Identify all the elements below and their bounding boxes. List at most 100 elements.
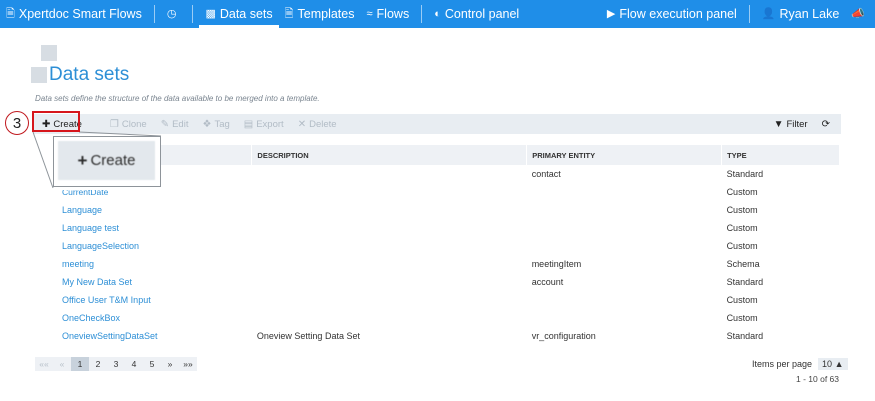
nav-data-sets[interactable]: ▩ Data sets bbox=[199, 0, 279, 28]
nav-templates-label: Templates bbox=[297, 7, 355, 21]
row-description: Oneview Setting Data Set bbox=[256, 331, 360, 341]
row-type: Custom bbox=[726, 313, 758, 323]
filter-label: Filter bbox=[786, 118, 808, 130]
nav-right-group: ▶ Flow execution panel 👤 Ryan Lake 📣 bbox=[601, 0, 875, 28]
delete-label: Delete bbox=[309, 118, 337, 130]
row-primary-entity bbox=[527, 219, 722, 237]
row-name[interactable]: LanguageSelection bbox=[57, 237, 252, 255]
row-name[interactable]: OneCheckBox bbox=[57, 309, 252, 327]
row-name[interactable]: Language bbox=[57, 201, 252, 219]
page-button-2[interactable]: 2 bbox=[89, 357, 107, 371]
page-description: Data sets define the structure of the da… bbox=[35, 94, 320, 103]
brand-link[interactable]: 🗎 Xpertdoc Smart Flows bbox=[0, 0, 148, 28]
document-icon: 🗎 bbox=[6, 7, 15, 20]
export-label: Export bbox=[256, 118, 284, 130]
row-type: Custom bbox=[726, 223, 758, 233]
nav-data-sets-label: Data sets bbox=[219, 7, 273, 21]
nav-flows[interactable]: ≈ Flows bbox=[361, 0, 416, 28]
zoom-create-label: Create bbox=[90, 152, 136, 169]
row-primary-entity bbox=[527, 291, 722, 309]
next-page-button[interactable]: » bbox=[161, 357, 179, 371]
table-row[interactable]: Office User T&M Input Custom bbox=[57, 291, 840, 309]
edit-button[interactable]: ✎ Edit bbox=[154, 119, 196, 130]
page-button-5[interactable]: 5 bbox=[143, 357, 161, 371]
table-header-row: DESCRIPTION PRIMARY ENTITY TYPE bbox=[57, 145, 840, 165]
row-description bbox=[252, 273, 527, 291]
page-logo-square bbox=[31, 67, 47, 83]
row-description bbox=[252, 165, 527, 183]
table-row[interactable]: Language test Custom bbox=[57, 219, 840, 237]
export-icon: ▤ bbox=[243, 118, 254, 130]
step-number-badge: 3 bbox=[5, 111, 29, 135]
table-header: DESCRIPTION PRIMARY ENTITY TYPE bbox=[57, 145, 840, 165]
filter-button[interactable]: ▼ Filter bbox=[767, 119, 815, 130]
flows-icon: ≈ bbox=[366, 7, 373, 20]
items-per-page-label: Items per page bbox=[752, 359, 813, 369]
row-type: Custom bbox=[726, 205, 758, 215]
items-per-page-select[interactable]: 10 ▲ bbox=[818, 358, 848, 370]
zoom-callout: + Create bbox=[53, 136, 161, 187]
control-panel-icon: ◐ bbox=[434, 7, 441, 20]
row-name[interactable]: Language test bbox=[57, 219, 252, 237]
row-description bbox=[252, 309, 527, 327]
data-sets-table: DESCRIPTION PRIMARY ENTITY TYPE contact S… bbox=[57, 145, 840, 345]
nav-templates[interactable]: 🗎 Templates bbox=[279, 0, 361, 28]
column-header-description[interactable]: DESCRIPTION bbox=[251, 145, 528, 165]
clone-button[interactable]: ❐ Clone bbox=[103, 119, 154, 130]
flow-execution-link[interactable]: ▶ Flow execution panel bbox=[601, 0, 743, 28]
user-menu[interactable]: 👤 Ryan Lake bbox=[756, 0, 845, 28]
row-primary-entity bbox=[527, 309, 722, 327]
column-header-type[interactable]: TYPE bbox=[721, 145, 840, 165]
table-row[interactable]: CurrentDateCustom bbox=[57, 183, 840, 201]
top-navigation-bar: 🗎 Xpertdoc Smart Flows ◷ ▩ Data sets 🗎 T… bbox=[0, 0, 875, 28]
table-row[interactable]: contact Standard bbox=[57, 165, 840, 183]
nav-divider bbox=[192, 5, 194, 23]
templates-icon: 🗎 bbox=[284, 7, 294, 20]
table-row[interactable]: LanguageSelection Custom bbox=[57, 237, 840, 255]
export-button[interactable]: ▤ Export bbox=[237, 119, 291, 130]
toolbar: ✚ Create ❐ Clone ✎ Edit ❖ Tag ▤ Export ✕… bbox=[33, 114, 841, 134]
refresh-icon: ⟳ bbox=[821, 118, 830, 130]
row-primary-entity bbox=[527, 183, 722, 201]
prev-page-button[interactable]: « bbox=[53, 357, 71, 371]
nav-divider bbox=[421, 5, 423, 23]
row-description bbox=[252, 219, 527, 237]
last-page-button[interactable]: »» bbox=[179, 357, 197, 371]
data-sets-icon: ▩ bbox=[205, 7, 216, 20]
row-name[interactable]: My New Data Set bbox=[57, 273, 252, 291]
tag-button[interactable]: ❖ Tag bbox=[195, 119, 236, 130]
refresh-button[interactable]: ⟳ bbox=[815, 119, 841, 130]
announcements-button[interactable]: 📣 bbox=[845, 0, 875, 28]
delete-button[interactable]: ✕ Delete bbox=[291, 119, 344, 130]
row-name[interactable]: Office User T&M Input bbox=[57, 291, 252, 309]
row-name[interactable]: OneviewSettingDataSet bbox=[57, 327, 252, 345]
clone-label: Clone bbox=[121, 118, 147, 130]
page-button-3[interactable]: 3 bbox=[107, 357, 125, 371]
table-row[interactable]: Language Custom bbox=[57, 201, 840, 219]
table-row[interactable]: My New Data Set account Standard bbox=[57, 273, 840, 291]
row-primary-entity: vr_configuration bbox=[531, 331, 596, 341]
row-description bbox=[252, 291, 527, 309]
table-row[interactable]: meeting meetingItem Schema bbox=[57, 255, 840, 273]
column-header-primary-entity[interactable]: PRIMARY ENTITY bbox=[526, 145, 723, 165]
row-primary-entity: contact bbox=[531, 169, 561, 179]
first-page-button[interactable]: «« bbox=[35, 357, 53, 371]
delete-icon: ✕ bbox=[297, 118, 307, 130]
table-row[interactable]: OneviewSettingDataSet Oneview Setting Dat… bbox=[57, 327, 840, 345]
pencil-icon: ✎ bbox=[160, 118, 170, 130]
page-button-4[interactable]: 4 bbox=[125, 357, 143, 371]
table-row[interactable]: OneCheckBox Custom bbox=[57, 309, 840, 327]
row-primary-entity: meetingItem bbox=[531, 259, 582, 269]
pagination: «« « 1 2 3 4 5 » »» bbox=[35, 357, 197, 371]
row-type: Standard bbox=[726, 277, 764, 287]
row-description bbox=[252, 201, 527, 219]
tag-icon: ❖ bbox=[202, 118, 212, 130]
nav-dashboard[interactable]: ◷ bbox=[161, 0, 187, 28]
clone-icon: ❐ bbox=[109, 118, 119, 130]
row-name[interactable]: meeting bbox=[57, 255, 252, 273]
brand-label: Xpertdoc Smart Flows bbox=[18, 7, 142, 21]
nav-control-panel[interactable]: ◐ Control panel bbox=[428, 0, 525, 28]
page-button-1[interactable]: 1 bbox=[71, 357, 89, 371]
row-type: Standard bbox=[726, 169, 764, 179]
plus-icon: + bbox=[77, 150, 88, 170]
